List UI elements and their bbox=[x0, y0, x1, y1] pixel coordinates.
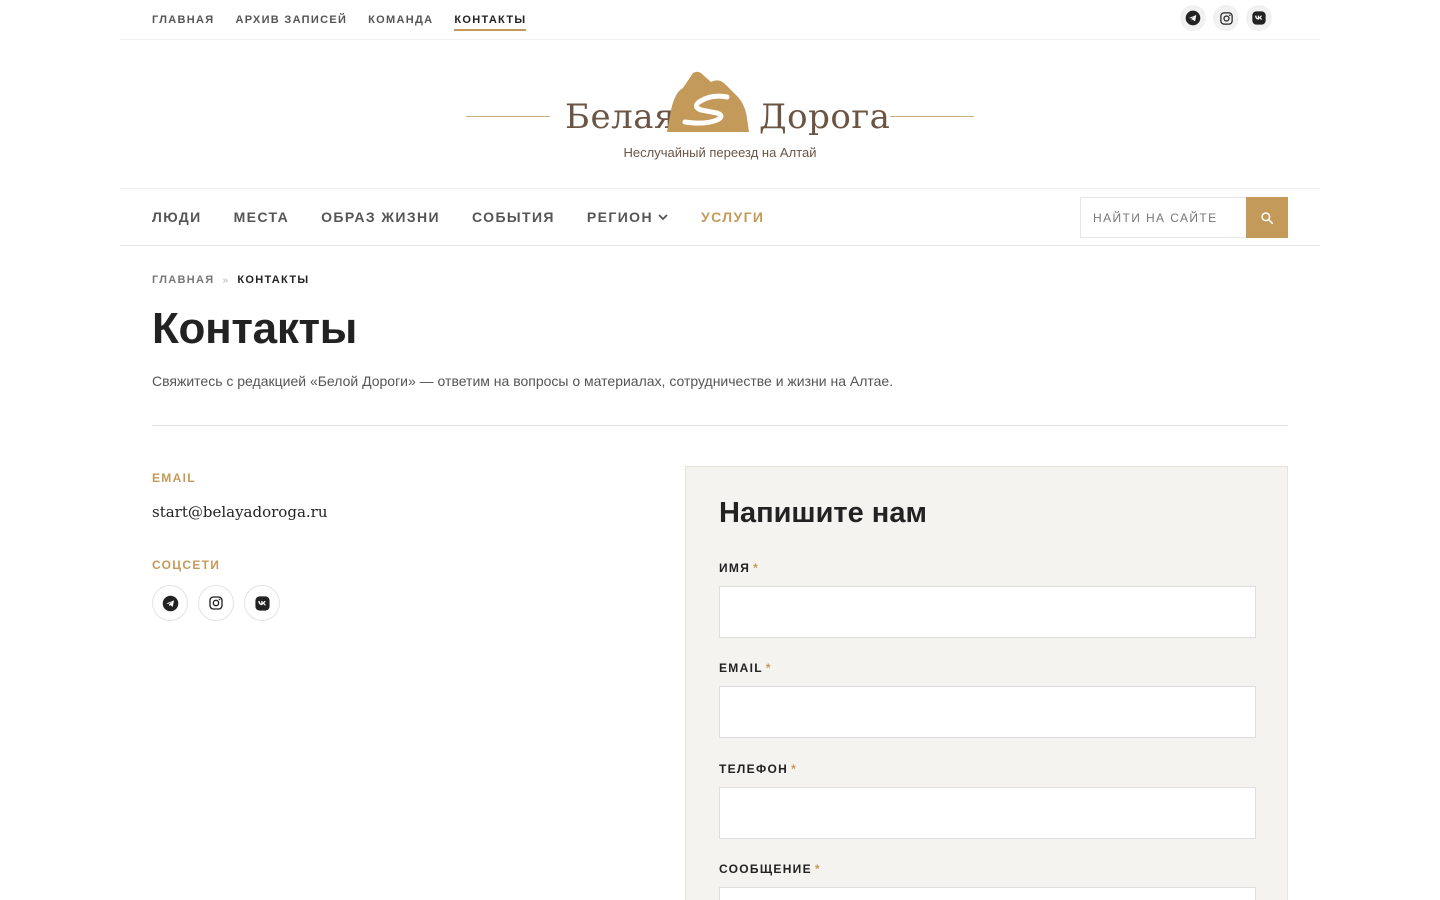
vk-button[interactable] bbox=[244, 585, 280, 621]
top-social-links bbox=[1180, 5, 1272, 31]
required-mark: * bbox=[753, 561, 760, 575]
top-nav: Главная Архив записей Команда Контакты bbox=[152, 13, 527, 31]
email-field-label: Email * bbox=[719, 661, 772, 675]
top-nav-team[interactable]: Команда bbox=[368, 13, 433, 31]
site-header-logo: Белая Дорога Неслучайный переезд на Алта… bbox=[120, 40, 1320, 188]
telegram-icon bbox=[1185, 10, 1201, 26]
contact-form: Напишите нам Имя * Email * Телефон * Сообще… bbox=[685, 466, 1288, 900]
phone-field-label: Телефон * bbox=[719, 762, 797, 776]
page-title: Контакты bbox=[152, 304, 358, 353]
breadcrumb-home-link[interactable]: Главная bbox=[152, 274, 214, 286]
telegram-icon bbox=[162, 595, 178, 611]
instagram-icon bbox=[1219, 11, 1233, 25]
name-field-label: Имя * bbox=[719, 561, 759, 575]
name-field[interactable] bbox=[719, 586, 1256, 638]
email-field[interactable] bbox=[719, 686, 1256, 738]
breadcrumb-current: Контакты bbox=[237, 274, 310, 286]
search-button[interactable] bbox=[1246, 197, 1288, 238]
top-nav-contacts[interactable]: Контакты bbox=[454, 13, 527, 31]
main-nav-places-label: Места bbox=[233, 209, 290, 225]
main-nav-people-label: Люди bbox=[152, 209, 202, 225]
main-nav-people[interactable]: Люди bbox=[152, 209, 202, 225]
search-icon bbox=[1261, 211, 1274, 224]
top-bar: Главная Архив записей Команда Контакты bbox=[120, 0, 1320, 40]
phone-label-text: Телефон bbox=[719, 762, 789, 776]
message-label-text: Сообщение bbox=[719, 862, 812, 876]
message-field-label: Сообщение * bbox=[719, 862, 821, 876]
main-nav-services[interactable]: Услуги bbox=[701, 209, 764, 225]
instagram-button[interactable] bbox=[198, 585, 234, 621]
top-instagram-button[interactable] bbox=[1213, 5, 1239, 31]
social-links bbox=[152, 585, 280, 621]
logo-word-right: Дорога bbox=[759, 97, 891, 137]
breadcrumb: Главная » Контакты bbox=[152, 274, 309, 286]
message-field[interactable] bbox=[719, 887, 1256, 900]
chevron-down-icon bbox=[658, 214, 668, 221]
email-link[interactable]: start@belayadoroga.ru bbox=[152, 503, 327, 521]
main-nav-events-label: События bbox=[472, 209, 555, 225]
main-menu: Люди Места Образ жизни События Регион Ус… bbox=[152, 209, 764, 225]
form-title: Напишите нам bbox=[719, 497, 927, 529]
content-divider bbox=[152, 425, 1288, 426]
logo-tagline: Неслучайный переезд на Алтай bbox=[623, 145, 817, 160]
search-input[interactable] bbox=[1093, 210, 1243, 225]
main-nav-lifestyle-label: Образ жизни bbox=[321, 209, 440, 225]
main-nav-region-label: Регион bbox=[586, 209, 653, 225]
name-label-text: Имя bbox=[719, 561, 751, 575]
page-lead: Свяжитесь с редакцией «Белой Дороги» — о… bbox=[152, 373, 894, 389]
top-telegram-button[interactable] bbox=[1180, 5, 1206, 31]
search-field bbox=[1080, 197, 1246, 238]
logo-line-left bbox=[466, 116, 550, 117]
main-nav-lifestyle[interactable]: Образ жизни bbox=[321, 209, 440, 225]
breadcrumb-separator: » bbox=[222, 274, 230, 286]
email-label: Email bbox=[152, 471, 196, 485]
logo-line-right bbox=[890, 116, 974, 117]
instagram-icon bbox=[209, 596, 223, 610]
logo-word-left: Белая bbox=[565, 97, 676, 137]
main-nav-bar: Люди Места Образ жизни События Регион Ус… bbox=[120, 188, 1320, 246]
required-mark: * bbox=[765, 661, 772, 675]
main-nav-places[interactable]: Места bbox=[234, 209, 290, 225]
main-nav-services-label: Услуги bbox=[700, 209, 765, 225]
logo-mountain-icon[interactable] bbox=[665, 70, 751, 136]
top-nav-home[interactable]: Главная bbox=[152, 13, 214, 31]
social-label: Соцсети bbox=[152, 558, 221, 572]
required-mark: * bbox=[791, 762, 798, 776]
main-nav-events[interactable]: События bbox=[472, 209, 555, 225]
top-vk-button[interactable] bbox=[1246, 5, 1272, 31]
telegram-button[interactable] bbox=[152, 585, 188, 621]
required-mark: * bbox=[814, 862, 821, 876]
vk-icon bbox=[254, 595, 270, 611]
top-nav-archive[interactable]: Архив записей bbox=[235, 13, 347, 31]
email-label-text: Email bbox=[719, 661, 763, 675]
phone-field[interactable] bbox=[719, 787, 1256, 839]
vk-icon bbox=[1252, 11, 1266, 25]
main-nav-region[interactable]: Регион bbox=[587, 209, 669, 225]
